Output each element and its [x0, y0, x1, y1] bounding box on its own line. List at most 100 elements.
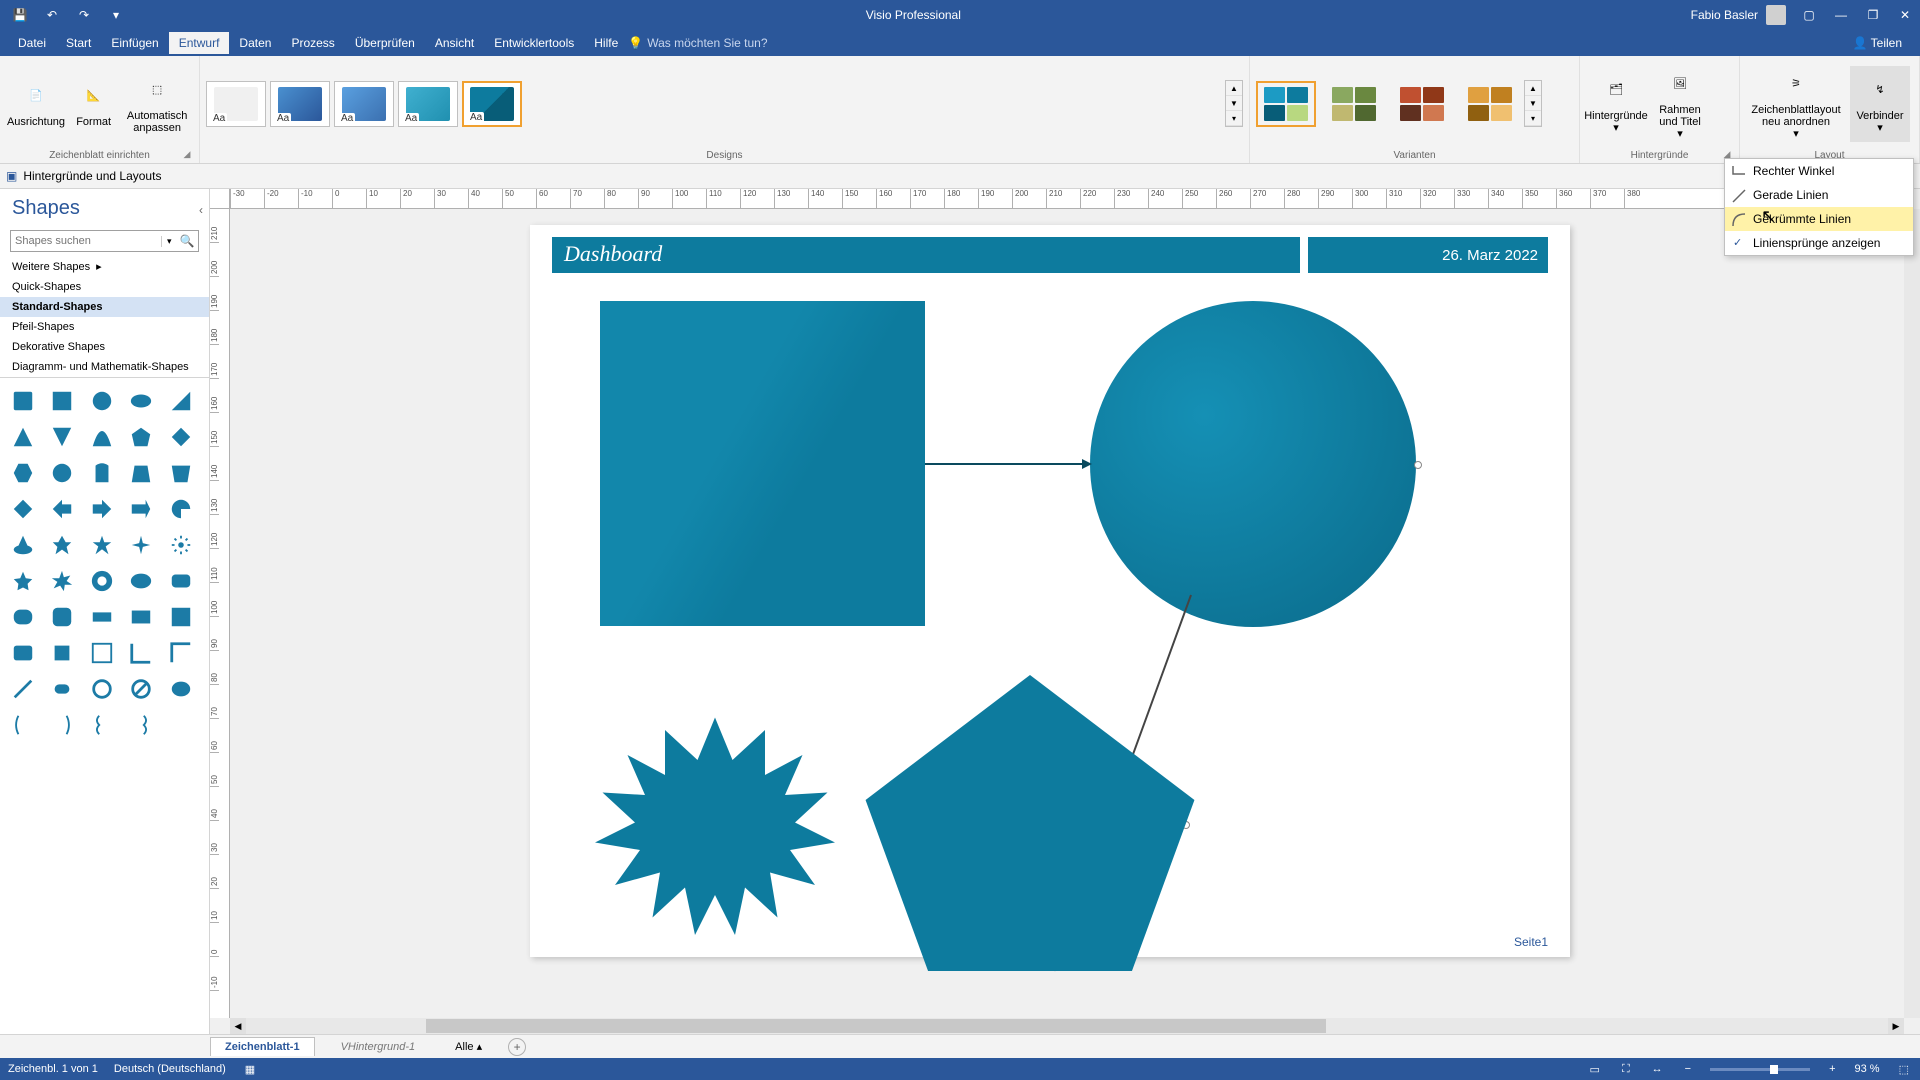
shape-item[interactable]	[49, 424, 75, 450]
shape-item[interactable]	[89, 532, 115, 558]
shape-item[interactable]	[128, 712, 154, 738]
shape-item[interactable]	[168, 460, 194, 486]
ribbon-options-button[interactable]: ▢	[1794, 3, 1824, 27]
scroll-left-button[interactable]: ◀	[230, 1018, 246, 1034]
theme-item[interactable]: Aa	[334, 81, 394, 127]
shape-item[interactable]	[89, 460, 115, 486]
canvas[interactable]: -30-20-100102030405060708090100110120130…	[210, 189, 1920, 1034]
horizontal-scrollbar[interactable]: ◀ ▶	[230, 1018, 1904, 1034]
zoom-level[interactable]: 93 %	[1855, 1063, 1880, 1075]
shape-item[interactable]	[49, 676, 75, 702]
collapse-button[interactable]: ‹	[199, 203, 203, 217]
tab-datei[interactable]: Datei	[8, 32, 56, 54]
zoom-out-button[interactable]: −	[1682, 1063, 1694, 1075]
menu-gerade-linien[interactable]: Gerade Linien	[1725, 183, 1913, 207]
shape-item[interactable]	[10, 676, 36, 702]
verbinder-button[interactable]: ↯ Verbinder▾	[1850, 66, 1910, 142]
relayout-button[interactable]: ⚞ Zeichenblattlayout neu anordnen▾	[1746, 66, 1846, 142]
qat-customize[interactable]: ▾	[104, 3, 128, 27]
tab-daten[interactable]: Daten	[229, 32, 281, 54]
shape-item[interactable]	[49, 532, 75, 558]
shape-item[interactable]	[10, 424, 36, 450]
shape-item[interactable]	[128, 568, 154, 594]
shape-item[interactable]	[89, 388, 115, 414]
shape-item[interactable]	[89, 424, 115, 450]
shape-item[interactable]	[10, 460, 36, 486]
page-tab-vhintergrund[interactable]: VHintergrund-1	[327, 1038, 430, 1056]
variant-gallery-more[interactable]: ▲▼▾	[1524, 80, 1542, 127]
add-page-button[interactable]: +	[508, 1038, 526, 1056]
shape-item[interactable]	[49, 496, 75, 522]
starburst-shape[interactable]	[590, 705, 840, 955]
shape-item[interactable]	[10, 568, 36, 594]
tab-start[interactable]: Start	[56, 32, 101, 54]
language-indicator[interactable]: Deutsch (Deutschland)	[114, 1063, 226, 1075]
theme-item[interactable]: Aa	[206, 81, 266, 127]
shape-item[interactable]	[10, 532, 36, 558]
pentagon-shape[interactable]	[860, 675, 1200, 971]
scrollbar-thumb[interactable]	[426, 1019, 1326, 1033]
search-dropdown[interactable]: ▾	[161, 236, 177, 247]
vertical-scrollbar[interactable]	[1904, 209, 1920, 1018]
fit-window-icon[interactable]: ⬚	[1896, 1063, 1912, 1076]
page-tab-alle[interactable]: Alle ▴	[441, 1037, 496, 1056]
tab-ueberpruefen[interactable]: Überprüfen	[345, 32, 425, 54]
shape-item[interactable]	[168, 532, 194, 558]
share-button[interactable]: 👤 Teilen	[1843, 32, 1912, 54]
redo-button[interactable]: ↷	[72, 3, 96, 27]
shape-item[interactable]	[128, 604, 154, 630]
shape-item[interactable]	[128, 640, 154, 666]
tab-entwurf[interactable]: Entwurf	[169, 32, 230, 54]
ausrichtung-button[interactable]: 📄 Ausrichtung	[6, 66, 66, 142]
minimize-button[interactable]: —	[1826, 3, 1856, 27]
stencil-weitere[interactable]: Weitere Shapes▸	[0, 256, 209, 277]
shape-item[interactable]	[89, 604, 115, 630]
shape-item[interactable]	[89, 568, 115, 594]
shape-item[interactable]	[168, 568, 194, 594]
shape-item[interactable]	[10, 496, 36, 522]
shape-item[interactable]	[89, 676, 115, 702]
undo-button[interactable]: ↶	[40, 3, 64, 27]
shape-item[interactable]	[10, 712, 36, 738]
stencil-diagramm[interactable]: Diagramm- und Mathematik-Shapes	[0, 357, 209, 377]
theme-gallery-more[interactable]: ▲▼▾	[1225, 80, 1243, 127]
shape-item[interactable]	[168, 424, 194, 450]
close-button[interactable]: ✕	[1890, 3, 1920, 27]
menu-gekruemmte-linien[interactable]: Gekrümmte Linien	[1725, 207, 1913, 231]
shape-item[interactable]	[168, 676, 194, 702]
circle-shape[interactable]	[1090, 301, 1416, 627]
tab-einfuegen[interactable]: Einfügen	[101, 32, 168, 54]
shape-item[interactable]	[49, 712, 75, 738]
search-input[interactable]	[11, 233, 161, 249]
scroll-right-button[interactable]: ▶	[1888, 1018, 1904, 1034]
shape-item[interactable]	[128, 496, 154, 522]
drawing-page[interactable]: Dashboard 26. Marz 2022 Seite1	[530, 225, 1570, 957]
connector-arrow[interactable]	[925, 463, 1090, 465]
shape-item[interactable]	[128, 460, 154, 486]
stencil-quick[interactable]: Quick-Shapes	[0, 277, 209, 297]
dialog-launcher[interactable]: ◢	[181, 149, 193, 161]
tab-hilfe[interactable]: Hilfe	[584, 32, 628, 54]
zoom-slider[interactable]	[1710, 1068, 1810, 1071]
shape-item[interactable]	[168, 604, 194, 630]
variant-item[interactable]	[1392, 81, 1452, 127]
user-area[interactable]: Fabio Basler	[1691, 5, 1794, 25]
page-tab-zeichenblatt1[interactable]: Zeichenblatt-1	[210, 1037, 315, 1056]
shape-item[interactable]	[49, 604, 75, 630]
shape-item[interactable]	[128, 388, 154, 414]
tab-ansicht[interactable]: Ansicht	[425, 32, 484, 54]
shape-item[interactable]	[49, 460, 75, 486]
presentation-mode-icon[interactable]: ▭	[1587, 1063, 1603, 1076]
tab-prozess[interactable]: Prozess	[281, 32, 344, 54]
shape-item[interactable]	[49, 568, 75, 594]
theme-item[interactable]: Aa	[462, 81, 522, 127]
shape-item[interactable]	[89, 496, 115, 522]
menu-linienspruenge[interactable]: ✓ Liniensprünge anzeigen	[1725, 231, 1913, 255]
tab-entwicklertools[interactable]: Entwicklertools	[484, 32, 584, 54]
shape-item[interactable]	[128, 532, 154, 558]
menu-rechter-winkel[interactable]: Rechter Winkel	[1725, 159, 1913, 183]
shape-item[interactable]	[168, 640, 194, 666]
fit-page-icon[interactable]: ⛶	[1619, 1063, 1633, 1076]
shape-item[interactable]	[49, 640, 75, 666]
variant-item[interactable]	[1324, 81, 1384, 127]
